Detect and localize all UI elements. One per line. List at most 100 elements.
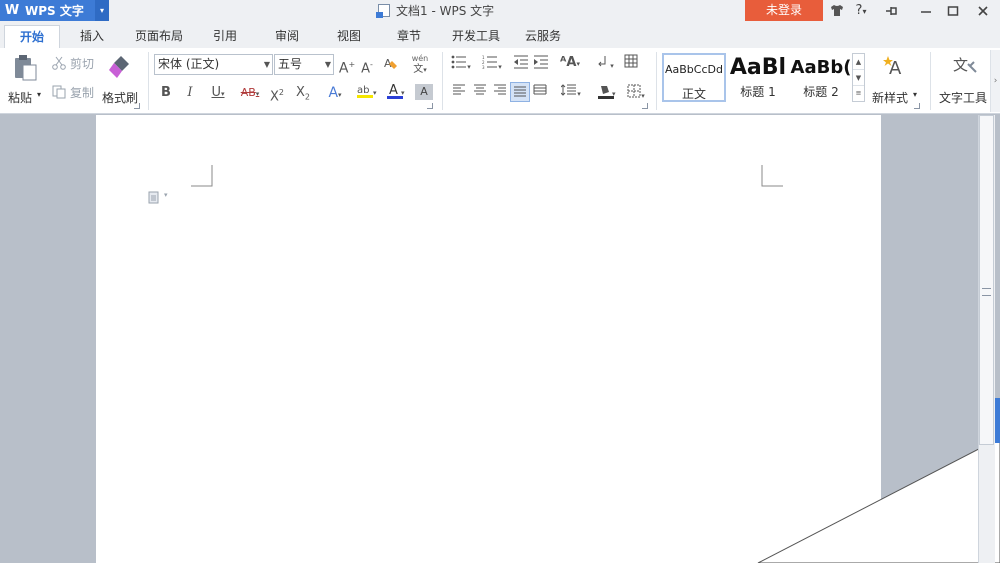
tab-view[interactable]: 视图 (326, 25, 372, 48)
styles-expand-icon[interactable]: ≡ (853, 86, 864, 101)
document-icon (376, 4, 390, 18)
app-menu-button[interactable]: W WPS 文字 ▾ (0, 0, 109, 21)
font-size-value: 五号 (278, 57, 303, 71)
new-style-caret-icon[interactable]: ▾ (913, 90, 917, 99)
text-tools-button[interactable]: 文 文字工具 (936, 52, 990, 108)
help-icon[interactable]: ?▾ (850, 0, 872, 21)
tab-cloud[interactable]: 云服务 (518, 25, 568, 48)
paste-icon (15, 55, 37, 81)
font-dialog-launcher[interactable] (427, 103, 433, 109)
svg-text:文: 文 (953, 56, 968, 74)
strikethrough-icon[interactable]: AB▾ (236, 84, 264, 103)
font-family-select[interactable]: 宋体 (正文) ▼ (154, 54, 273, 75)
tab-review[interactable]: 审阅 (264, 25, 310, 48)
pinyin-guide-icon[interactable]: wén 文▾ (405, 53, 435, 76)
format-painter-label: 格式刷 (102, 91, 139, 105)
italic-icon[interactable]: I (182, 84, 198, 102)
distributed-align-icon[interactable] (531, 84, 549, 102)
justify-icon[interactable] (510, 82, 530, 102)
scrollbar-grip-icon (982, 288, 991, 296)
scissors-icon (52, 56, 66, 70)
svg-text:A: A (389, 83, 398, 98)
pin-icon[interactable] (882, 0, 902, 21)
group-separator (930, 52, 931, 110)
style-heading-1[interactable]: AaBl 标题 1 (728, 53, 788, 102)
copy-button[interactable]: 复制 (50, 83, 98, 101)
text-tools-label: 文字工具 (939, 91, 988, 105)
font-size-select[interactable]: 五号 ▼ (274, 54, 334, 75)
style-normal-caption: 正文 (681, 87, 706, 101)
numbered-list-icon[interactable]: 1 2 3 ▾ (478, 55, 506, 76)
align-right-icon[interactable] (492, 84, 508, 102)
ribbon-scroll-right-icon[interactable]: › (990, 50, 1000, 112)
paste-caret-icon[interactable]: ▾ (37, 90, 41, 99)
close-icon[interactable] (972, 0, 994, 21)
maximize-icon[interactable] (943, 0, 963, 21)
shading-icon[interactable]: ▾ (592, 83, 620, 105)
window-title-text: 文档1 - WPS 文字 (396, 4, 495, 18)
styles-dialog-launcher[interactable] (914, 103, 920, 109)
font-color-icon[interactable]: A ▾ (382, 82, 408, 106)
bold-icon[interactable]: B (158, 84, 174, 102)
style-normal-sample: AaBbCcDd (665, 63, 723, 76)
style-normal[interactable]: AaBbCcDd 正文 (662, 53, 726, 102)
table-border-icon[interactable] (622, 54, 640, 74)
subscript-icon[interactable]: X2 (294, 84, 312, 107)
paste-options-icon[interactable]: ▾ (148, 191, 176, 205)
tab-home[interactable]: 开始 (4, 25, 60, 48)
copy-label: 复制 (70, 86, 95, 100)
page-shadow-edge (757, 438, 1000, 563)
svg-text:3: 3 (482, 65, 485, 69)
tab-developer[interactable]: 开发工具 (446, 25, 506, 48)
copy-icon (52, 85, 66, 99)
tab-references[interactable]: 引用 (202, 25, 248, 48)
decrease-indent-icon[interactable] (512, 55, 530, 75)
tab-insert[interactable]: 插入 (68, 25, 116, 48)
style-heading-2-caption: 标题 2 (803, 85, 839, 99)
app-name: WPS 文字 (25, 4, 84, 18)
styles-gallery-scroller[interactable]: ▲ ▼ ≡ (852, 53, 865, 102)
paragraph-dialog-launcher[interactable] (642, 103, 648, 109)
ribbon-tab-bar: 开始 插入 页面布局 引用 审阅 视图 章节 开发工具 云服务 (0, 21, 1000, 48)
paste-button[interactable]: 粘贴 ▾ (6, 52, 44, 108)
tab-page-layout[interactable]: 页面布局 (128, 25, 190, 48)
highlight-color-icon[interactable]: ab ▾ (352, 82, 380, 106)
top-right-margin-mark (761, 165, 783, 187)
title-bar: W WPS 文字 ▾ 文档1 - WPS 文字 未登录 ?▾ (0, 0, 1000, 21)
clipboard-dialog-launcher[interactable] (134, 103, 140, 109)
superscript-icon[interactable]: X2 (268, 84, 286, 106)
window-title: 文档1 - WPS 文字 (376, 0, 495, 21)
minimize-icon[interactable] (916, 0, 936, 21)
bullet-list-icon[interactable]: ▾ (448, 55, 474, 76)
format-painter-button[interactable]: 格式刷 (100, 52, 140, 108)
login-button[interactable]: 未登录 (745, 0, 823, 21)
group-separator (148, 52, 149, 110)
align-center-icon[interactable] (472, 84, 488, 102)
side-panel-tab[interactable] (995, 398, 1000, 443)
clear-format-icon[interactable]: A (382, 55, 400, 77)
line-spacing-icon[interactable]: ▾ (557, 84, 585, 103)
wps-logo-icon: W (4, 3, 20, 18)
underline-icon[interactable]: U▾ (205, 84, 231, 103)
styles-scroll-down-icon[interactable]: ▼ (853, 70, 864, 86)
character-shading-icon[interactable]: A (415, 84, 433, 100)
align-left-icon[interactable] (451, 84, 467, 102)
cut-button[interactable]: 剪切 (50, 54, 98, 72)
chinese-layout-icon[interactable]: ᴬA▾ (556, 54, 584, 73)
shirt-icon[interactable] (828, 0, 846, 21)
increase-indent-icon[interactable] (532, 55, 550, 75)
new-style-button[interactable]: A 新样式 ▾ (870, 52, 922, 108)
grow-font-icon[interactable]: A+ (338, 56, 356, 78)
tab-chapter[interactable]: 章节 (386, 25, 432, 48)
style-heading-2[interactable]: AaBb( 标题 2 (790, 53, 852, 102)
style-heading-2-sample: AaBb( (790, 57, 852, 78)
vertical-scrollbar-thumb[interactable] (979, 115, 994, 445)
text-effect-icon[interactable]: A▾ (322, 84, 348, 104)
styles-scroll-up-icon[interactable]: ▲ (853, 54, 864, 70)
show-marks-icon[interactable]: ▾ (592, 54, 618, 75)
text-tools-icon: 文 (953, 56, 977, 74)
app-menu-caret-icon[interactable]: ▾ (95, 0, 109, 21)
borders-icon[interactable]: ▾ (622, 84, 650, 105)
svg-text:ab: ab (357, 85, 369, 96)
shrink-font-icon[interactable]: A- (358, 56, 376, 78)
